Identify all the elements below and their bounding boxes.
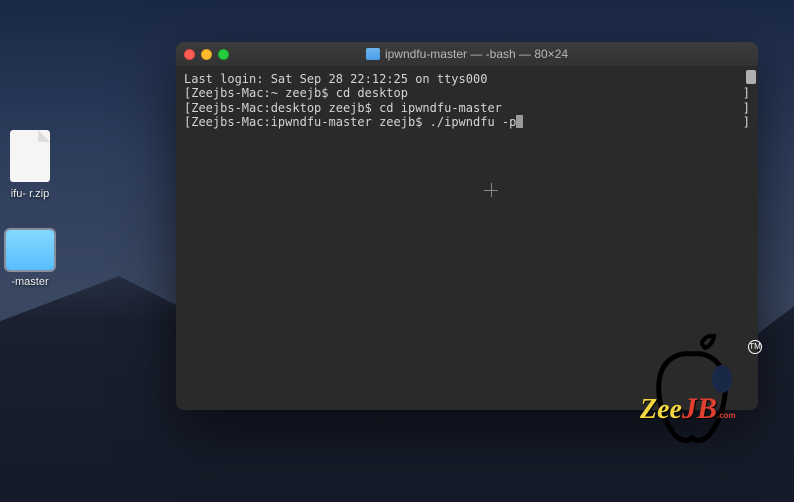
logo-jb-text: JB (682, 392, 717, 426)
prompt-3: Zeejbs-Mac:desktop zeejb$ (191, 101, 379, 115)
zip-file-icon (10, 130, 50, 182)
desktop-icons-area: ifu- r.zip -master (0, 130, 60, 288)
close-button[interactable] (184, 49, 195, 60)
logo-com-text: .com (717, 411, 736, 420)
cmd-3: cd ipwndfu-master (379, 101, 502, 115)
window-title: ipwndfu-master — -bash — 80×24 (366, 47, 568, 61)
cmd-4: ./ipwndfu -p (430, 115, 517, 129)
window-title-text: ipwndfu-master — -bash — 80×24 (385, 47, 568, 61)
zip-file-label: ifu- r.zip (11, 188, 50, 200)
folder-label: -master (11, 276, 48, 288)
last-login-text: Last login: Sat Sep 28 22:12:25 on ttys0… (184, 72, 750, 86)
terminal-line-3: [Zeejbs-Mac:desktop zeejb$ cd ipwndfu-ma… (184, 101, 750, 115)
prompt-2: Zeejbs-Mac:~ zeejb$ (191, 86, 336, 100)
terminal-line-4: [Zeejbs-Mac:ipwndfu-master zeejb$ ./ipwn… (184, 115, 750, 129)
terminal-line-2: [Zeejbs-Mac:~ zeejb$ cd desktop] (184, 86, 750, 100)
prompt-4: Zeejbs-Mac:ipwndfu-master zeejb$ (191, 115, 429, 129)
watermark-logo: Zee JB .com TM (622, 334, 764, 444)
folder-mini-icon (366, 48, 380, 60)
cmd-2: cd desktop (336, 86, 408, 100)
folder-icon (6, 230, 54, 270)
apple-logo-icon (642, 334, 742, 444)
scrollbar-thumb[interactable] (746, 70, 756, 84)
window-controls (184, 49, 229, 60)
desktop-folder-master[interactable]: -master (0, 230, 60, 288)
terminal-line-1: Last login: Sat Sep 28 22:12:25 on ttys0… (184, 72, 750, 86)
terminal-cursor (516, 115, 523, 128)
maximize-button[interactable] (218, 49, 229, 60)
window-title-bar[interactable]: ipwndfu-master — -bash — 80×24 (176, 42, 758, 66)
desktop-file-zip[interactable]: ifu- r.zip (0, 130, 60, 200)
logo-zee-text: Zee (640, 394, 682, 426)
trademark-icon: TM (748, 340, 762, 354)
minimize-button[interactable] (201, 49, 212, 60)
